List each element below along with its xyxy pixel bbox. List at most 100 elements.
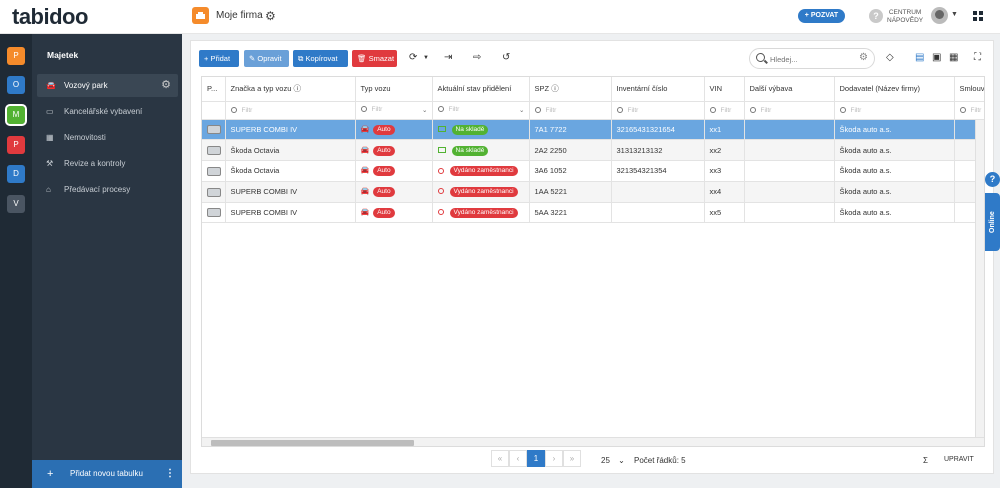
filter-cell[interactable]: Filtr [704,101,745,120]
column-header[interactable]: Dodavatel (Název firmy) [834,77,955,102]
horizontal-scrollbar[interactable] [202,437,984,446]
status-cell[interactable]: Vydáno zaměstnanci [432,202,530,224]
spz-cell[interactable]: 3A6 1052 [529,160,612,182]
edit-layout-button[interactable]: UPRAVIT [944,456,974,463]
tabidoo-logo[interactable]: tabidoo [12,4,88,30]
extra-cell[interactable] [744,202,835,224]
add-table-button[interactable]: + Přidat novou tabulku ⋮ [32,460,182,488]
inventory-cell[interactable]: 31313213132 [611,139,705,162]
tag-icon[interactable]: ◇ [886,52,894,63]
supplier-cell[interactable]: Škoda auto a.s. [834,202,955,224]
column-header[interactable]: VIN [704,77,745,102]
online-chat-tab[interactable]: Online [985,193,1000,251]
table-settings-gear-icon[interactable]: ⚙ [161,74,171,97]
filter-cell[interactable]: Filtr [611,101,705,120]
sidebar-item-nemovitosti[interactable]: ▦ Nemovitosti [37,126,178,149]
copy-button[interactable]: ⧉ Kopírovat [293,50,348,67]
help-center-icon[interactable]: ? [869,9,883,23]
vertical-scrollbar[interactable] [975,120,984,437]
table-row[interactable]: SUPERB COMBI IV 🚘 Auto Vydáno zaměstnanci 5A… [202,202,984,224]
firm-settings-gear-icon[interactable]: ⚙ [265,9,276,23]
export-icon[interactable]: ⇨ [473,52,481,63]
column-header[interactable]: Typ vozu [355,77,433,102]
history-icon[interactable]: ↺ [502,52,510,63]
sidebar-item-kancelarske-vybaveni[interactable]: ▭ Kancelářské vybavení [37,100,178,123]
vin-cell[interactable]: xx1 [704,119,745,141]
spz-cell[interactable]: 1AA 5221 [529,181,612,203]
table-view-icon[interactable]: ▤ [915,52,924,63]
sum-icon[interactable]: Σ [923,456,928,465]
brand-cell[interactable]: Škoda Octavia [225,139,356,162]
user-avatar[interactable] [931,7,948,24]
search-box[interactable]: ⚙ [749,48,875,69]
app-rail-item[interactable]: P [7,136,25,154]
edit-button[interactable]: ✎ Opravit [244,50,289,67]
photo-cell[interactable] [202,181,226,203]
inventory-cell[interactable]: 32165431321654 [611,119,705,141]
supplier-cell[interactable]: Škoda auto a.s. [834,139,955,162]
vin-cell[interactable]: xx5 [704,202,745,224]
apps-grid-icon[interactable] [973,11,983,21]
sidebar-item-predavaci-procesy[interactable]: ⌂ Předávací procesy [37,178,178,201]
filter-cell[interactable]: Filtr ⌄ [432,101,530,120]
type-cell[interactable]: 🚘 Auto [355,181,433,203]
search-settings-gear-icon[interactable]: ⚙ [859,52,868,63]
extra-cell[interactable] [744,139,835,162]
app-rail-item[interactable]: D [7,165,25,183]
firm-name[interactable]: Moje firma [216,10,263,21]
vin-cell[interactable]: xx2 [704,139,745,162]
add-button[interactable]: + Přidat [199,50,239,67]
inventory-cell[interactable] [611,181,705,203]
inventory-cell[interactable] [611,202,705,224]
vin-cell[interactable]: xx4 [704,181,745,203]
help-center-link[interactable]: CENTRUM NÁPOVĚDY [887,9,923,25]
table-row[interactable]: SUPERB COMBI IV 🚘 Auto Na skladě 7A1 7722 321… [202,119,984,141]
type-cell[interactable]: 🚘 Auto [355,202,433,224]
filter-cell[interactable]: Filtr [954,101,984,120]
app-rail-item[interactable]: V [7,195,25,213]
spz-cell[interactable]: 2A2 2250 [529,139,612,162]
invite-button[interactable]: + POZVAT [798,9,845,23]
photo-cell[interactable] [202,202,226,224]
first-page-button[interactable]: « [491,450,509,467]
column-header[interactable]: Další výbava [744,77,835,102]
status-cell[interactable]: Vydáno zaměstnanci [432,160,530,182]
app-rail-item[interactable]: P [7,47,25,65]
status-cell[interactable]: Na skladě [432,119,530,141]
refresh-icon[interactable]: ⟳ [409,52,417,63]
horizontal-scroll-thumb[interactable] [211,440,414,446]
filter-cell[interactable]: Filtr [834,101,955,120]
extra-cell[interactable] [744,160,835,182]
app-rail-item[interactable]: O [7,76,25,94]
type-cell[interactable]: 🚘 Auto [355,119,433,141]
filter-cell[interactable]: Filtr [225,101,356,120]
calendar-view-icon[interactable]: ▦ [949,52,958,63]
page-size-select[interactable]: 25 ⌄ [601,456,625,465]
brand-cell[interactable]: SUPERB COMBI IV [225,202,356,224]
extra-cell[interactable] [744,119,835,141]
prev-page-button[interactable]: ‹ [509,450,527,467]
supplier-cell[interactable]: Škoda auto a.s. [834,160,955,182]
filter-cell[interactable]: Filtr [529,101,612,120]
import-icon[interactable]: ⇥ [444,52,452,63]
page-number-button[interactable]: 1 [527,450,545,467]
supplier-cell[interactable]: Škoda auto a.s. [834,119,955,141]
brand-cell[interactable]: SUPERB COMBI IV [225,181,356,203]
spz-cell[interactable]: 5AA 3221 [529,202,612,224]
column-header[interactable]: Inventární číslo [611,77,705,102]
sidebar-item-vozovy-park[interactable]: 🚘 Vozový park ⚙ [37,74,178,97]
column-header[interactable]: Smlouva [954,77,984,102]
photo-cell[interactable] [202,139,226,162]
photo-cell[interactable] [202,119,226,141]
table-row[interactable]: Škoda Octavia 🚘 Auto Vydáno zaměstnanci 3A6 … [202,160,984,182]
sidebar-item-revize[interactable]: ⚒ Revize a kontroly [37,152,178,175]
brand-cell[interactable]: SUPERB COMBI IV [225,119,356,141]
search-input[interactable] [770,52,850,66]
column-header[interactable]: Aktuální stav přidělení [432,77,530,102]
fullscreen-icon[interactable]: ⛶ [974,52,981,63]
vin-cell[interactable]: xx3 [704,160,745,182]
more-options-icon[interactable]: ⋮ [165,460,175,488]
user-menu-caret-icon[interactable]: ▼ [951,11,958,18]
filter-cell[interactable]: Filtr ⌄ [355,101,433,120]
refresh-caret-icon[interactable]: ▼ [423,55,429,61]
